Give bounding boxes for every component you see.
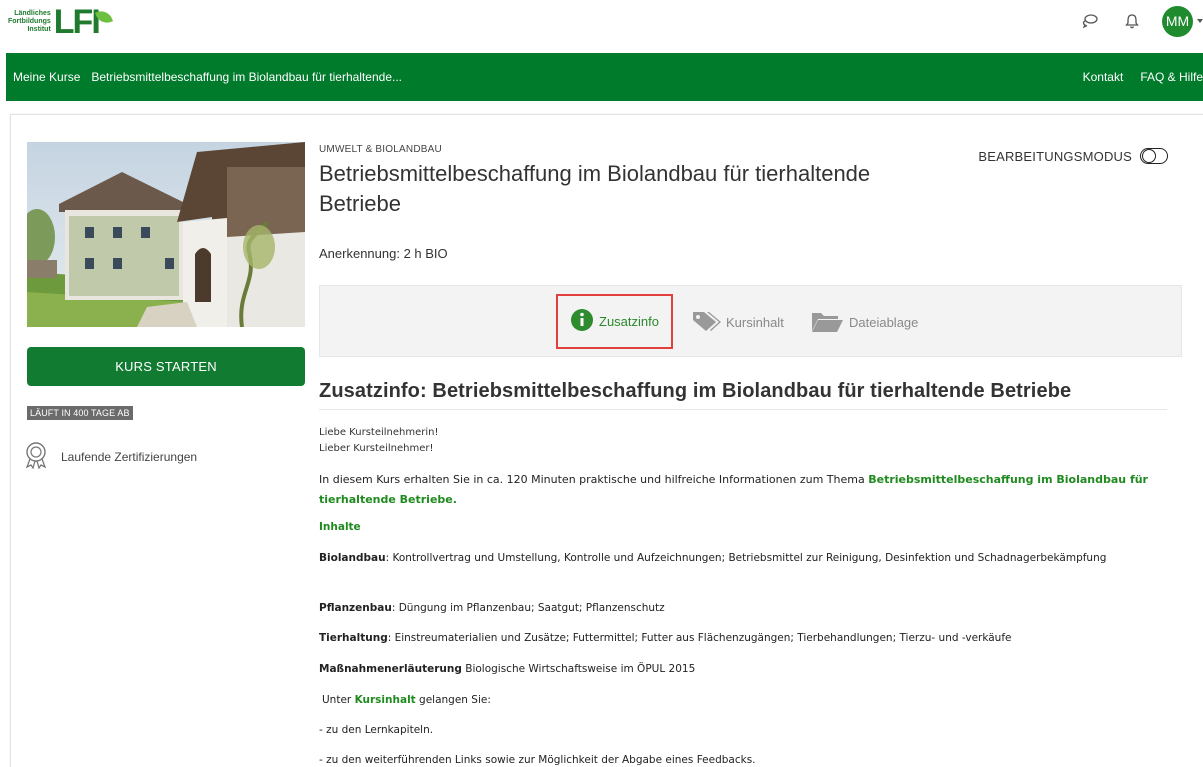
course-description: Liebe Kursteilnehmerin! Lieber Kursteiln… bbox=[319, 425, 1179, 766]
top-header: Ländliches Fortbildungs Institut LFI MM bbox=[0, 0, 1203, 42]
lfi-logo[interactable]: Ländliches Fortbildungs Institut LFI bbox=[8, 3, 113, 41]
content-item: Biolandbau: Kontrollvertrag und Umstellu… bbox=[319, 552, 1107, 564]
bullet-item: - zu den Lernkapiteln. bbox=[319, 724, 434, 736]
certifications-label: Laufende Zertifizierungen bbox=[61, 449, 198, 464]
course-card: KURS STARTEN LÄUFT IN 400 TAGE AB Laufen… bbox=[10, 114, 1203, 767]
tab-label: Kursinhalt bbox=[726, 314, 784, 330]
main-nav: Meine Kurse Betriebsmittelbeschaffung im… bbox=[6, 53, 1203, 101]
breadcrumb: Meine Kurse Betriebsmittelbeschaffung im… bbox=[13, 70, 402, 84]
certificate-icon bbox=[23, 441, 49, 472]
tab-zusatzinfo[interactable]: Zusatzinfo bbox=[556, 294, 673, 349]
tab-label: Zusatzinfo bbox=[599, 314, 659, 329]
start-course-button[interactable]: KURS STARTEN bbox=[27, 347, 305, 386]
course-category: UMWELT & BIOLANDBAU bbox=[319, 144, 442, 155]
bell-icon[interactable] bbox=[1120, 9, 1144, 33]
logo-mark: LFI bbox=[53, 3, 101, 41]
edit-mode-toggle[interactable]: BEARBEITUNGSMODUS bbox=[978, 148, 1168, 164]
breadcrumb-course[interactable]: Betriebsmittelbeschaffung im Biolandbau … bbox=[91, 70, 402, 84]
tab-dateiablage[interactable]: Dateiablage bbox=[810, 306, 918, 338]
tags-icon bbox=[691, 310, 721, 335]
folder-icon bbox=[810, 309, 844, 336]
intro-paragraph: In diesem Kurs erhalten Sie in ca. 120 M… bbox=[319, 473, 1148, 506]
nav-links: Kontakt FAQ & Hilfe bbox=[1083, 70, 1203, 84]
certifications-link[interactable]: Laufende Zertifizierungen bbox=[23, 441, 197, 472]
content-item: Tierhaltung: Einstreumaterialien und Zus… bbox=[319, 632, 1012, 644]
tab-kursinhalt[interactable]: Kursinhalt bbox=[691, 306, 784, 338]
greeting-line: Lieber Kursteilnehmer! bbox=[319, 443, 434, 454]
logo-text: Ländliches Fortbildungs Institut bbox=[8, 10, 51, 33]
toggle-switch[interactable] bbox=[1140, 148, 1168, 164]
nav-contact[interactable]: Kontakt bbox=[1083, 70, 1124, 84]
contents-heading: Inhalte bbox=[319, 521, 361, 533]
bullet-item: - zu den weiterführenden Links sowie zur… bbox=[319, 754, 756, 766]
greeting-line: Liebe Kursteilnehmerin! bbox=[319, 427, 439, 438]
chat-icon[interactable] bbox=[1078, 9, 1102, 33]
tab-label: Dateiablage bbox=[849, 314, 919, 330]
course-title: Betriebsmittelbeschaffung im Biolandbau … bbox=[319, 161, 871, 216]
under-kursinhalt-line: Unter Kursinhalt gelangen Sie: bbox=[322, 694, 491, 706]
nav-faq-help[interactable]: FAQ & Hilfe bbox=[1140, 70, 1203, 84]
edit-mode-label: BEARBEITUNGSMODUS bbox=[978, 148, 1132, 164]
nav-my-courses[interactable]: Meine Kurse bbox=[13, 70, 80, 84]
section-heading: Zusatzinfo: Betriebsmittelbeschaffung im… bbox=[319, 380, 1167, 410]
user-avatar[interactable]: MM bbox=[1162, 5, 1193, 37]
chevron-down-icon[interactable] bbox=[1197, 19, 1203, 23]
expiry-badge: LÄUFT IN 400 TAGE AB bbox=[27, 406, 133, 420]
recognition-text: Anerkennung: 2 h BIO bbox=[319, 246, 448, 261]
info-icon bbox=[570, 308, 594, 335]
course-image bbox=[27, 142, 305, 327]
content-item: Pflanzenbau: Düngung im Pflanzenbau; Saa… bbox=[319, 602, 665, 614]
kursinhalt-link[interactable]: Kursinhalt bbox=[355, 694, 416, 706]
course-tabs: Zusatzinfo Kursinhalt Dateiablage bbox=[319, 285, 1182, 357]
content-item: Maßnahmenerläuterung Biologische Wirtsch… bbox=[319, 663, 696, 675]
header-actions: MM bbox=[1078, 5, 1203, 37]
